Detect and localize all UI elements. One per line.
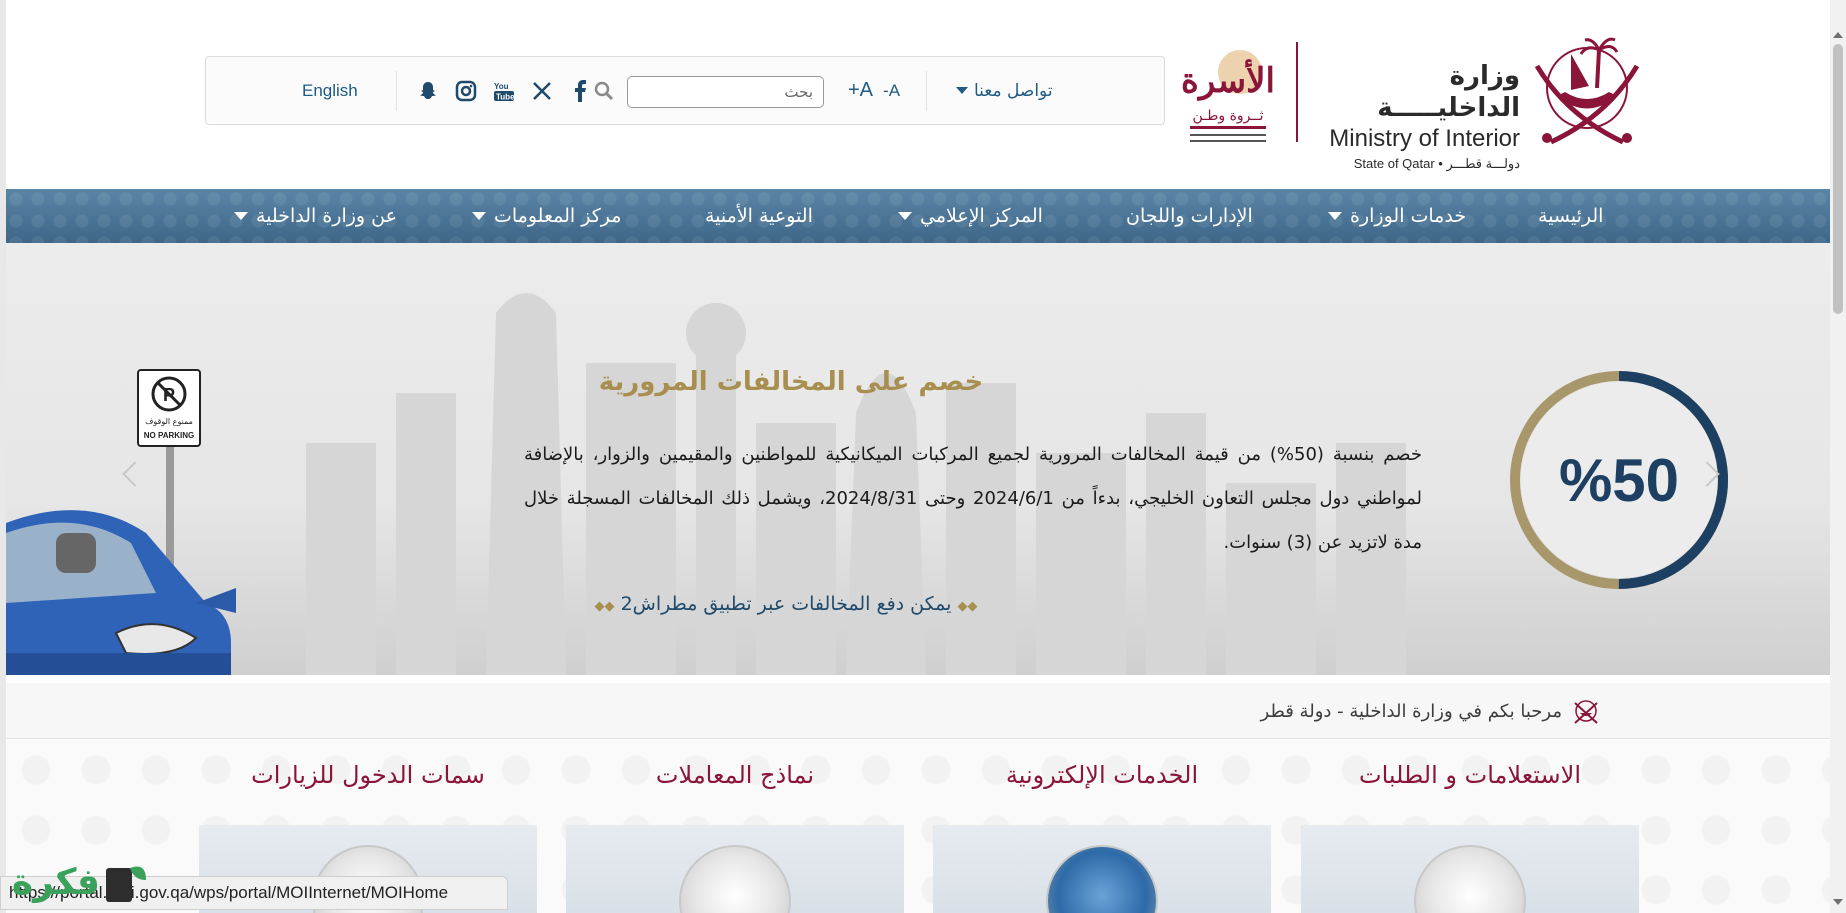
search-input[interactable]: بحث	[627, 76, 824, 108]
nav-item-label: عن وزارة الداخلية	[256, 205, 397, 227]
nav-item-label: التوعية الأمنية	[705, 205, 813, 227]
nav-item-label: الرئيسية	[1538, 205, 1604, 227]
snapchat-icon[interactable]	[416, 79, 440, 103]
nav-item-label: الإدارات واللجان	[1126, 205, 1253, 227]
chevron-down-icon	[472, 212, 486, 220]
nav-item-label: المركز الإعلامي	[920, 205, 1043, 227]
nav-item-label: مركز المعلومات	[494, 205, 622, 227]
service-card-forms[interactable]: نماذج المعاملات	[566, 740, 904, 913]
family-year-logo[interactable]: الأسرة ثــروة وطـن	[1178, 22, 1278, 152]
service-card-body	[1301, 825, 1639, 913]
sign-english-text: NO PARKING	[144, 431, 195, 440]
contact-label: تواصل معنا	[974, 80, 1053, 101]
nav-item-security-awareness[interactable]: التوعية الأمنية	[705, 189, 813, 243]
scrollbar-thumb[interactable]	[1833, 44, 1843, 314]
service-card-body	[566, 825, 904, 913]
nav-item-departments[interactable]: الإدارات واللجان	[1126, 189, 1253, 243]
moi-logo-text[interactable]: وزارة الداخليـــــة Ministry of Interior…	[1310, 60, 1520, 174]
family-logo-title: الأسرة	[1181, 59, 1275, 101]
service-card-body	[933, 825, 1271, 913]
nav-item-about-moi[interactable]: عن وزارة الداخلية	[234, 189, 397, 243]
family-logo-subtitle: ثــروة وطـن	[1192, 108, 1263, 124]
chevron-down-icon	[898, 212, 912, 220]
chevron-down-icon	[234, 212, 248, 220]
diamond-icon: ◆◆	[957, 599, 978, 614]
main-navigation: الرئيسية خدمات الوزارة الإدارات واللجان …	[6, 189, 1830, 243]
diamond-icon: ◆◆	[594, 599, 615, 614]
documents-icon	[679, 845, 791, 913]
scroll-up-icon[interactable]	[1833, 32, 1843, 38]
font-decrease-button[interactable]: -A	[883, 81, 900, 101]
instagram-icon[interactable]	[454, 79, 478, 103]
nav-item-home[interactable]: الرئيسية	[1538, 189, 1603, 243]
scroll-down-icon[interactable]	[1833, 899, 1843, 905]
social-links: You Tube	[416, 57, 592, 124]
youtube-icon[interactable]: You Tube	[492, 79, 516, 103]
logo-divider	[1296, 42, 1298, 142]
toolbar-divider	[396, 71, 397, 111]
x-icon[interactable]	[530, 79, 554, 103]
service-title: سمات الدخول للزيارات	[251, 761, 485, 789]
welcome-bar: مرحبا بكم في وزارة الداخلية - دولة قطر	[6, 683, 1830, 739]
nav-item-ministry-services[interactable]: خدمات الوزارة	[1328, 189, 1466, 243]
moi-english-name: Ministry of Interior	[1329, 125, 1520, 152]
welcome-message: مرحبا بكم في وزارة الداخلية - دولة قطر	[1261, 683, 1600, 739]
service-title: الاستعلامات و الطلبات	[1359, 761, 1581, 789]
banner-link-text: يمكن دفع المخالفات عبر تطبيق مطراش2	[620, 593, 952, 615]
watermark-logo: فكرة	[0, 852, 150, 912]
watermark-text: فكرة	[11, 861, 100, 903]
sign-arabic-text: ممنوع الوقوف	[145, 417, 193, 426]
service-card-eservices[interactable]: الخدمات الإلكترونية	[933, 740, 1271, 913]
header: English You Tube بحث +A -A تواصل معنا ال…	[6, 0, 1830, 188]
leaf-icon	[106, 866, 146, 902]
chevron-down-icon	[1328, 212, 1342, 220]
hero-banner[interactable]: خصم على المخالفات المرورية خصم بنسبة (50…	[6, 243, 1830, 675]
nav-item-label: خدمات الوزارة	[1350, 205, 1467, 227]
nav-item-media-center[interactable]: المركز الإعلامي	[898, 189, 1043, 243]
font-size-controls: +A -A	[848, 57, 900, 124]
vertical-scrollbar[interactable]	[1830, 0, 1846, 913]
page: English You Tube بحث +A -A تواصل معنا ال…	[0, 0, 1846, 913]
service-title: الخدمات الإلكترونية	[1005, 761, 1199, 789]
qatar-emblem-icon[interactable]	[1527, 26, 1647, 152]
header-toolbar: English You Tube بحث +A -A تواصل معنا	[205, 56, 1165, 125]
contact-dropdown[interactable]: تواصل معنا	[956, 57, 1053, 124]
qatar-emblem-small-icon	[1574, 700, 1598, 724]
font-increase-button[interactable]: +A	[848, 79, 873, 102]
moi-arabic-name: وزارة الداخليـــــة	[1377, 61, 1520, 123]
moi-subtitle: State of Qatar • دولـــة قطـــر	[1353, 156, 1520, 171]
svg-text:You: You	[494, 82, 509, 91]
toolbar-divider	[926, 71, 927, 111]
inquiries-icon	[1414, 845, 1526, 913]
globe-icon	[1046, 845, 1158, 913]
facebook-icon[interactable]	[568, 79, 592, 103]
car-illustration	[6, 510, 236, 675]
banner-body: خصم بنسبة (50%) من قيمة المخالفات المرور…	[524, 444, 1423, 553]
banner-title: خصم على المخالفات المرورية	[598, 367, 984, 397]
search-icon[interactable]	[592, 57, 616, 124]
svg-text:Tube: Tube	[496, 92, 515, 101]
chevron-down-icon	[956, 87, 968, 94]
welcome-text: مرحبا بكم في وزارة الداخلية - دولة قطر	[1260, 700, 1562, 722]
language-switch-link[interactable]: English	[302, 57, 358, 124]
nav-item-information-center[interactable]: مركز المعلومات	[472, 189, 621, 243]
service-card-inquiries[interactable]: الاستعلامات و الطلبات	[1301, 740, 1639, 913]
service-title: نماذج المعاملات	[655, 761, 815, 789]
